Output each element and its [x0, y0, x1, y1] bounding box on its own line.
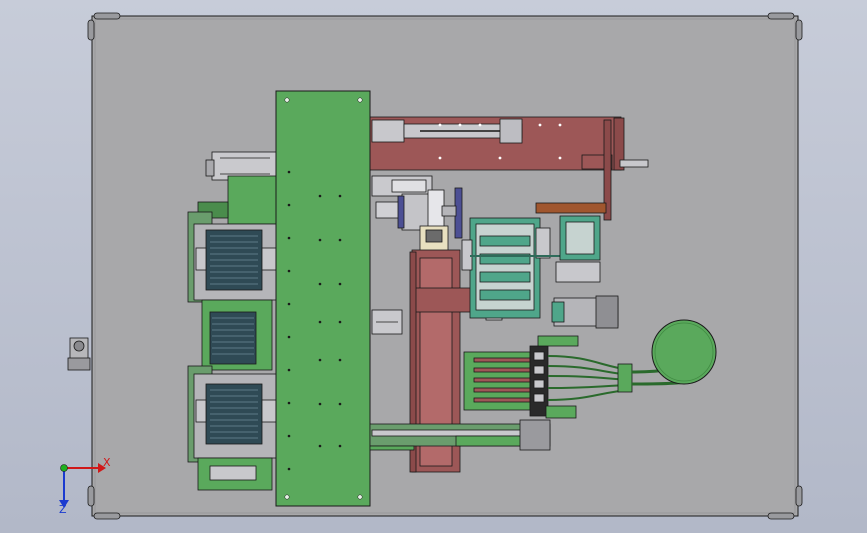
side-connector: [67, 337, 91, 371]
roller-unit-lower: [187, 365, 277, 491]
z-axis-label: Z: [59, 503, 67, 516]
cad-viewport[interactable]: X Z: [0, 0, 867, 533]
x-axis-label: X: [103, 456, 111, 469]
small-slide: [371, 309, 403, 335]
main-mounting-plate: [275, 90, 371, 507]
roller-unit-middle: [201, 299, 273, 371]
roller-unit-upper: [187, 211, 277, 303]
lower-rail-assembly: [369, 419, 551, 451]
